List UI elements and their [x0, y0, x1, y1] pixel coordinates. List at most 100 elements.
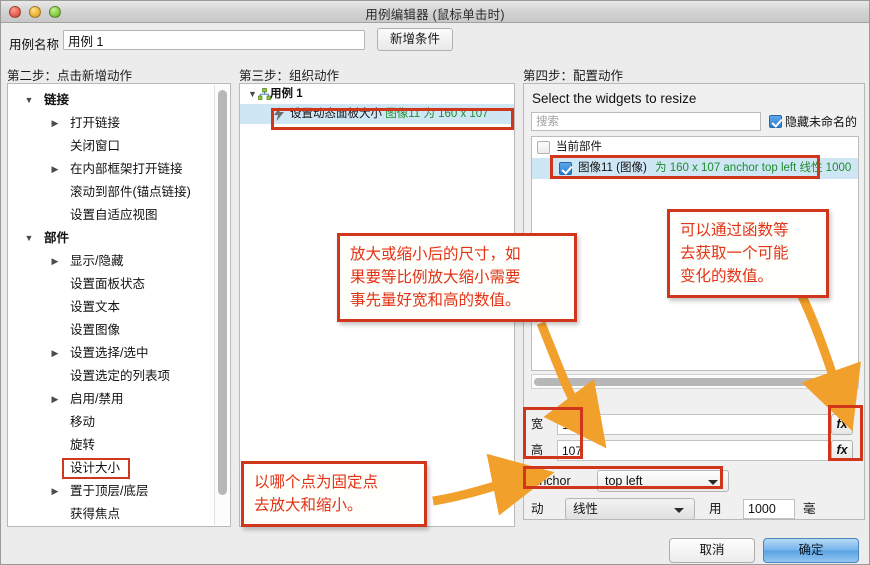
action-tree-item[interactable]: 设置自适应视图	[8, 204, 216, 227]
height-fx-button[interactable]: fx	[831, 440, 853, 461]
height-input[interactable]	[557, 440, 829, 461]
organize-root-row[interactable]: ▼ 用例 1	[240, 84, 514, 104]
action-tree-item[interactable]: 设置图像	[8, 319, 216, 342]
chevron-down-icon[interactable]	[708, 480, 718, 485]
action-tree-item[interactable]: 移动	[8, 411, 216, 434]
anchor-value: top left	[605, 474, 643, 488]
action-tree-item-label: 设置选定的列表项	[70, 369, 170, 383]
action-tree-item[interactable]: 关闭窗口	[8, 135, 216, 158]
organize-action-target: 图像11	[385, 108, 420, 120]
chevron-right-icon[interactable]: ▶	[48, 158, 62, 181]
organize-tree[interactable]: ▼ 用例 1 设置动态面板大小 图像11 为 160 x 107	[240, 84, 514, 124]
step4-heading: 第四步：配置动作	[523, 65, 623, 84]
action-tree-item-label: 链接	[44, 93, 69, 107]
window-titlebar: 用例编辑器 (鼠标单击时)	[1, 1, 869, 23]
organize-action-size: 160 x 107	[438, 108, 489, 120]
step3-heading: 第三步：组织动作	[239, 65, 339, 84]
search-input[interactable]	[531, 112, 761, 131]
chevron-right-icon[interactable]: ▶	[48, 480, 62, 503]
action-tree-item[interactable]: ▶启用/禁用	[8, 388, 216, 411]
action-tree-item-label: 设置面板状态	[70, 277, 145, 291]
duration-unit-label: 毫秒	[803, 498, 816, 520]
widget-list-hscrollbar[interactable]	[531, 374, 859, 389]
width-input[interactable]	[557, 414, 829, 435]
hide-unnamed-checkbox[interactable]: 隐藏未命名的	[769, 113, 857, 130]
hide-unnamed-label: 隐藏未命名的	[785, 115, 857, 129]
anchor-label: Anchor	[531, 470, 597, 492]
widget-row-detail: 为 160 x 107 anchor top left 线性 1000	[655, 162, 851, 174]
widget-row-label: 图像11 (图像)	[578, 162, 647, 174]
action-tree-item-label: 设置选择/选中	[70, 346, 148, 360]
chevron-right-icon[interactable]: ▶	[48, 112, 62, 135]
chevron-right-icon[interactable]: ▶	[48, 250, 62, 273]
organize-action-row[interactable]: 设置动态面板大小 图像11 为 160 x 107	[240, 104, 514, 124]
chevron-down-icon[interactable]	[674, 508, 684, 513]
action-tree-item-label: 设置图像	[70, 323, 120, 337]
action-tree-item[interactable]: 获得焦点	[8, 503, 216, 526]
action-tree-item[interactable]: ▶ 置于顶层/底层	[8, 480, 216, 503]
action-tree-item-label: 获得焦点	[70, 507, 120, 521]
checkbox-checked-icon[interactable]	[559, 162, 572, 175]
animation-dropdown[interactable]: 线性	[565, 498, 695, 520]
duration-input[interactable]	[743, 499, 795, 519]
annotation-anchor-note: 以哪个点为固定点 去放大和缩小。	[241, 461, 427, 527]
action-tree-item-label: 关闭窗口	[70, 139, 120, 153]
action-tree-item[interactable]: ▶显示/隐藏	[8, 250, 216, 273]
action-tree-item[interactable]: ▼ 部件	[8, 227, 216, 250]
action-tree-item[interactable]: 滚动到部件(锚点链接)	[8, 181, 216, 204]
chevron-right-icon[interactable]: ▶	[48, 342, 62, 365]
action-tree-item-label: 部件	[44, 231, 69, 245]
widget-row-current[interactable]: 当前部件	[532, 137, 858, 158]
actions-tree[interactable]: ▼ 链接 ▶ 打开链接关闭窗口 ▶ 在内部框架打开链接滚动到部件(锚点链接) 设置自适应视图…	[8, 84, 216, 527]
annotation-fx-note: 可以通过函数等 去获取一个可能 变化的数值。	[667, 209, 829, 298]
annotation-size-note: 放大或缩小后的尺寸，如 果要等比例放大缩小需要 事先量好宽和高的数值。	[337, 233, 577, 322]
action-tree-item[interactable]: ▶ 设置选择/选中	[8, 342, 216, 365]
action-tree-item[interactable]: ▶ 在内部框架打开链接	[8, 158, 216, 181]
action-tree-item[interactable]: ▼ 链接	[8, 89, 216, 112]
confirm-button[interactable]: 确定	[763, 538, 859, 563]
width-fx-button[interactable]: fx	[831, 414, 853, 435]
animation-label: 动画	[531, 498, 544, 520]
action-tree-item-label: 设置自适应视图	[70, 208, 158, 222]
action-tree-item[interactable]: ▶展开/折叠树节点	[8, 526, 216, 527]
actions-tree-panel: ▼ 链接 ▶ 打开链接关闭窗口 ▶ 在内部框架打开链接滚动到部件(锚点链接) 设置自适应视图…	[7, 83, 231, 527]
organize-action-label: 设置动态面板大小	[290, 108, 382, 120]
scrollbar-thumb[interactable]	[218, 90, 227, 495]
action-tree-item[interactable]: ▶ 打开链接	[8, 112, 216, 135]
height-label: 高	[531, 440, 557, 461]
chevron-down-icon[interactable]: ▼	[22, 89, 36, 112]
action-tree-item[interactable]: 旋转	[8, 434, 216, 457]
widget-row-image11[interactable]: 图像11 (图像) 为 160 x 107 anchor top left 线性…	[532, 158, 858, 179]
usecase-name-label: 用例名称	[9, 34, 59, 53]
cancel-button[interactable]: 取消	[669, 538, 755, 563]
duration-label: 用时	[709, 498, 722, 520]
actions-tree-scrollbar[interactable]	[214, 85, 229, 525]
usecase-name-input[interactable]	[63, 30, 365, 50]
chevron-down-icon[interactable]: ▼	[22, 227, 36, 250]
action-tree-item-label: 滚动到部件(锚点链接)	[70, 185, 191, 199]
anchor-dropdown[interactable]: top left	[597, 470, 729, 492]
chevron-down-icon[interactable]: ▼	[248, 84, 257, 104]
animation-value: 线性	[573, 502, 598, 516]
action-tree-item[interactable]: 设计大小	[8, 457, 216, 480]
action-tree-item-label: 移动	[70, 415, 95, 429]
height-row: 高 fx	[531, 440, 859, 461]
action-tree-item[interactable]: 设置文本	[8, 296, 216, 319]
action-tree-item[interactable]: 设置面板状态	[8, 273, 216, 296]
chevron-right-icon[interactable]: ▶	[48, 388, 62, 411]
hscrollbar-thumb[interactable]	[534, 378, 836, 386]
width-row: 宽 fx	[531, 414, 859, 435]
usecase-name-row: 用例名称 新增条件	[1, 23, 869, 61]
action-tree-item-label: 设计大小	[70, 461, 120, 475]
add-condition-button[interactable]: 新增条件	[377, 28, 453, 51]
action-tree-item-label: 打开链接	[70, 116, 120, 130]
lightning-bolt-icon	[273, 107, 285, 121]
sitemap-icon	[258, 88, 271, 100]
action-tree-item-label: 在内部框架打开链接	[70, 162, 183, 176]
action-tree-item[interactable]: 设置选定的列表项	[8, 365, 216, 388]
checkbox-checked-icon[interactable]	[769, 115, 782, 128]
chevron-right-icon[interactable]: ▶	[48, 526, 62, 527]
step2-heading: 第二步：点击新增动作	[7, 65, 132, 84]
action-tree-item-label: 置于顶层/底层	[70, 484, 148, 498]
checkbox-unchecked-icon[interactable]	[537, 141, 550, 154]
